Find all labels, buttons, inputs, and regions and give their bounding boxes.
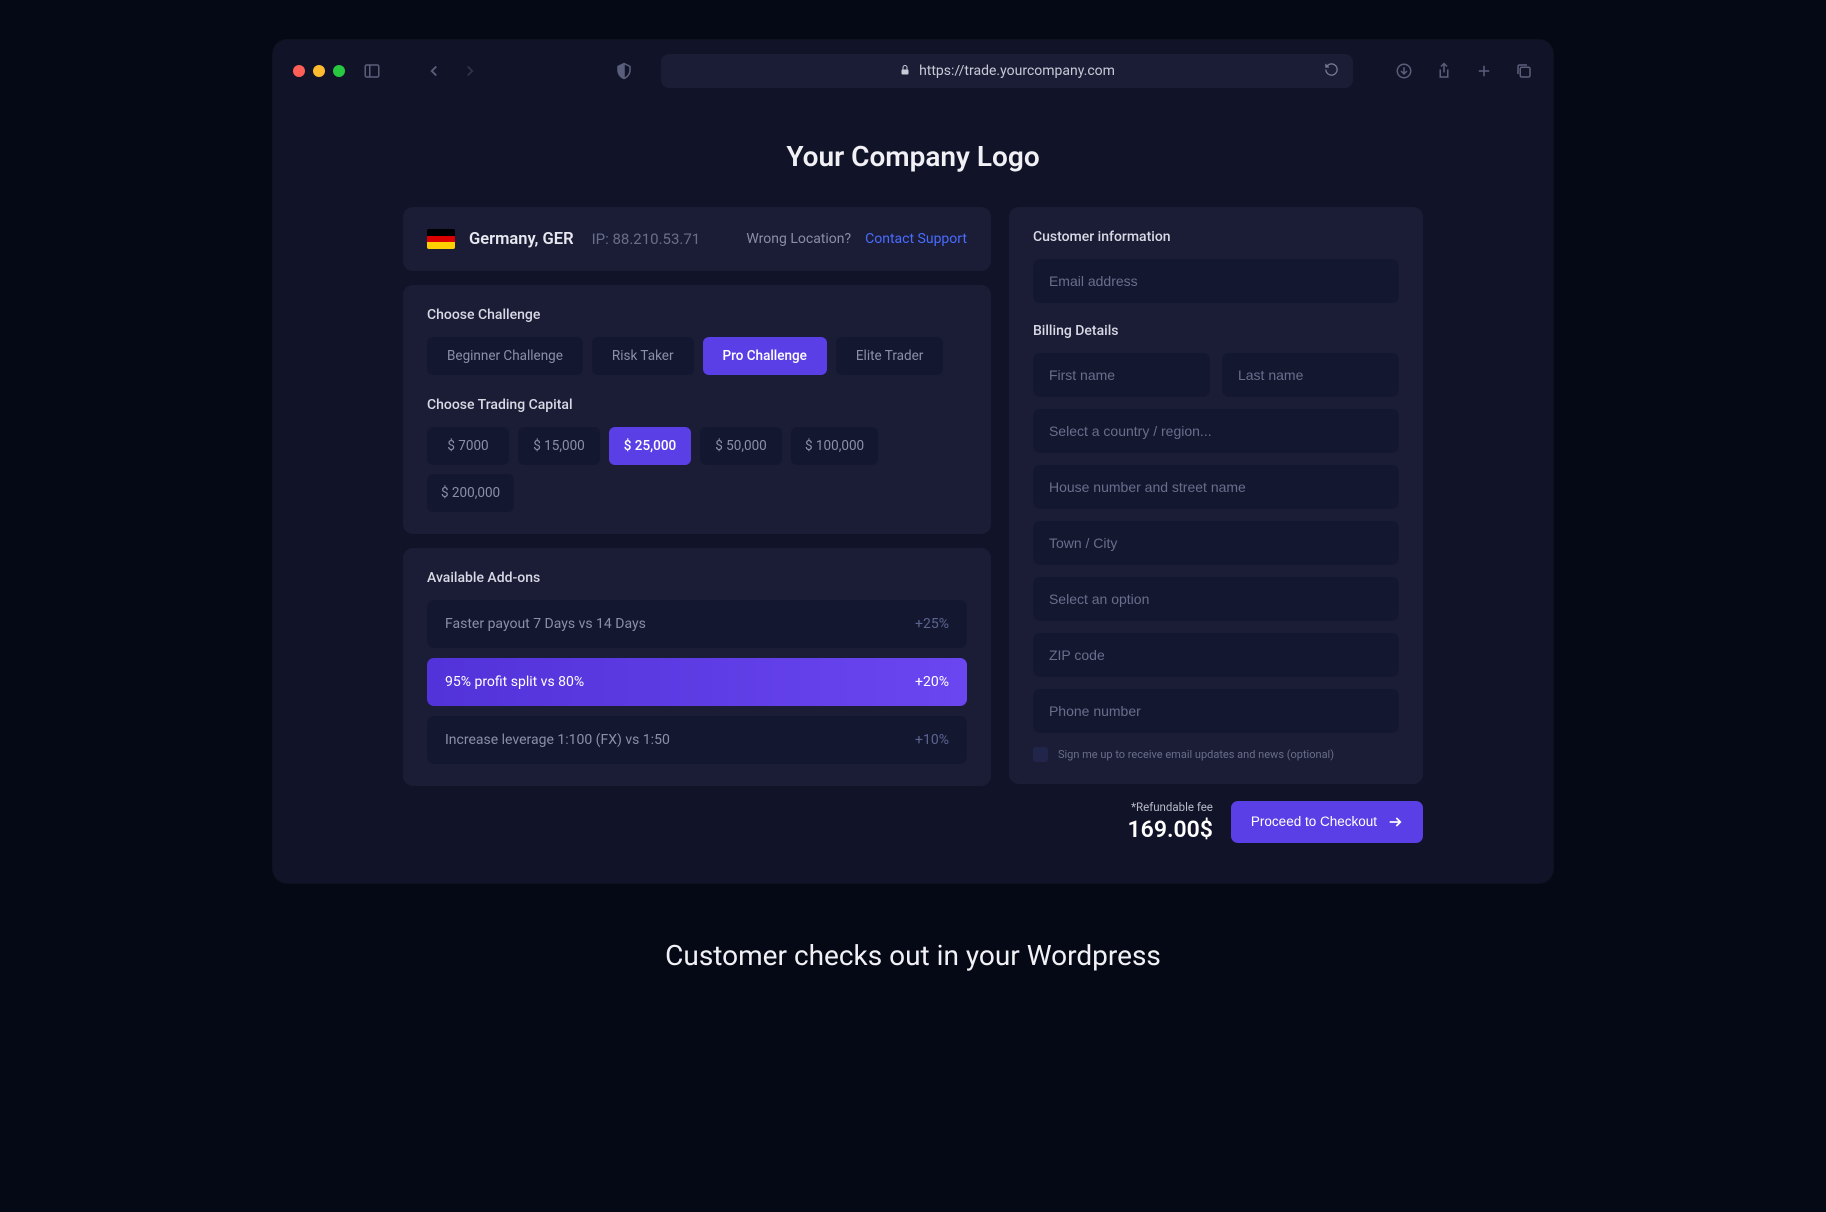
fee-amount: 169.00$ bbox=[1128, 816, 1213, 843]
capital-option[interactable]: $ 25,000 bbox=[609, 427, 691, 465]
challenge-option[interactable]: Elite Trader bbox=[836, 337, 943, 375]
new-tab-icon[interactable] bbox=[1475, 62, 1493, 80]
page-content: Your Company Logo Germany, GER IP: 88.21… bbox=[273, 102, 1553, 883]
maximize-window-icon[interactable] bbox=[333, 65, 345, 77]
billing-details-title: Billing Details bbox=[1033, 323, 1399, 339]
choose-capital-title: Choose Trading Capital bbox=[427, 397, 967, 413]
city-field[interactable] bbox=[1033, 521, 1399, 565]
capital-option[interactable]: $ 200,000 bbox=[427, 474, 514, 512]
challenge-option[interactable]: Risk Taker bbox=[592, 337, 694, 375]
addon-label: Faster payout 7 Days vs 14 Days bbox=[445, 616, 646, 632]
minimize-window-icon[interactable] bbox=[313, 65, 325, 77]
share-icon[interactable] bbox=[1435, 62, 1453, 80]
addon-percent: +20% bbox=[915, 674, 949, 690]
addons-title: Available Add-ons bbox=[427, 570, 967, 586]
addon-item[interactable]: Increase leverage 1:100 (FX) vs 1:50 +10% bbox=[427, 716, 967, 764]
checkout-bar: *Refundable fee 169.00$ Proceed to Check… bbox=[1009, 800, 1423, 843]
browser-window: https://trade.yourcompany.com Your Compa… bbox=[273, 40, 1553, 883]
wrong-location-text: Wrong Location? bbox=[746, 231, 851, 247]
lock-icon bbox=[899, 64, 911, 79]
download-icon[interactable] bbox=[1395, 62, 1413, 80]
location-ip: IP: 88.210.53.71 bbox=[592, 230, 701, 248]
email-field[interactable] bbox=[1033, 259, 1399, 303]
optin-checkbox[interactable] bbox=[1033, 747, 1048, 762]
location-card: Germany, GER IP: 88.210.53.71 Wrong Loca… bbox=[403, 207, 991, 271]
contact-support-link[interactable]: Contact Support bbox=[865, 231, 967, 247]
fee-note: *Refundable fee bbox=[1128, 800, 1213, 814]
capital-option[interactable]: $ 100,000 bbox=[791, 427, 878, 465]
last-name-field[interactable] bbox=[1222, 353, 1399, 397]
capital-option[interactable]: $ 15,000 bbox=[518, 427, 600, 465]
addon-percent: +25% bbox=[915, 616, 949, 632]
address-bar[interactable]: https://trade.yourcompany.com bbox=[661, 54, 1353, 88]
addon-item[interactable]: Faster payout 7 Days vs 14 Days +25% bbox=[427, 600, 967, 648]
url-text: https://trade.yourcompany.com bbox=[919, 63, 1115, 79]
address-field[interactable] bbox=[1033, 465, 1399, 509]
reload-icon[interactable] bbox=[1324, 62, 1339, 81]
capital-option[interactable]: $ 50,000 bbox=[700, 427, 782, 465]
first-name-field[interactable] bbox=[1033, 353, 1210, 397]
checkout-button-label: Proceed to Checkout bbox=[1251, 814, 1377, 829]
phone-field[interactable] bbox=[1033, 689, 1399, 733]
arrow-right-icon bbox=[1387, 814, 1403, 830]
addon-percent: +10% bbox=[915, 732, 949, 748]
location-country: Germany, GER bbox=[469, 230, 574, 249]
proceed-checkout-button[interactable]: Proceed to Checkout bbox=[1231, 801, 1423, 843]
tabs-overview-icon[interactable] bbox=[1515, 62, 1533, 80]
customer-info-title: Customer information bbox=[1033, 229, 1399, 245]
close-window-icon[interactable] bbox=[293, 65, 305, 77]
addon-label: Increase leverage 1:100 (FX) vs 1:50 bbox=[445, 732, 670, 748]
country-select[interactable] bbox=[1033, 409, 1399, 453]
choose-challenge-title: Choose Challenge bbox=[427, 307, 967, 323]
addon-item[interactable]: 95% profit split vs 80% +20% bbox=[427, 658, 967, 706]
flag-germany-icon bbox=[427, 229, 455, 249]
forward-icon[interactable] bbox=[461, 62, 479, 80]
addon-label: 95% profit split vs 80% bbox=[445, 674, 584, 690]
option-select[interactable] bbox=[1033, 577, 1399, 621]
challenge-option[interactable]: Beginner Challenge bbox=[427, 337, 583, 375]
addons-card: Available Add-ons Faster payout 7 Days v… bbox=[403, 548, 991, 786]
capital-option[interactable]: $ 7000 bbox=[427, 427, 509, 465]
challenge-option[interactable]: Pro Challenge bbox=[703, 337, 827, 375]
back-icon[interactable] bbox=[425, 62, 443, 80]
traffic-lights bbox=[293, 65, 345, 77]
shield-icon[interactable] bbox=[615, 62, 633, 80]
sidebar-toggle-icon[interactable] bbox=[363, 62, 381, 80]
browser-chrome: https://trade.yourcompany.com bbox=[273, 40, 1553, 102]
challenge-card: Choose Challenge Beginner ChallengeRisk … bbox=[403, 285, 991, 534]
company-logo-text: Your Company Logo bbox=[403, 140, 1423, 173]
zip-field[interactable] bbox=[1033, 633, 1399, 677]
page-caption: Customer checks out in your Wordpress bbox=[665, 939, 1161, 972]
customer-form-card: Customer information Billing Details bbox=[1009, 207, 1423, 784]
optin-label: Sign me up to receive email updates and … bbox=[1058, 748, 1334, 761]
